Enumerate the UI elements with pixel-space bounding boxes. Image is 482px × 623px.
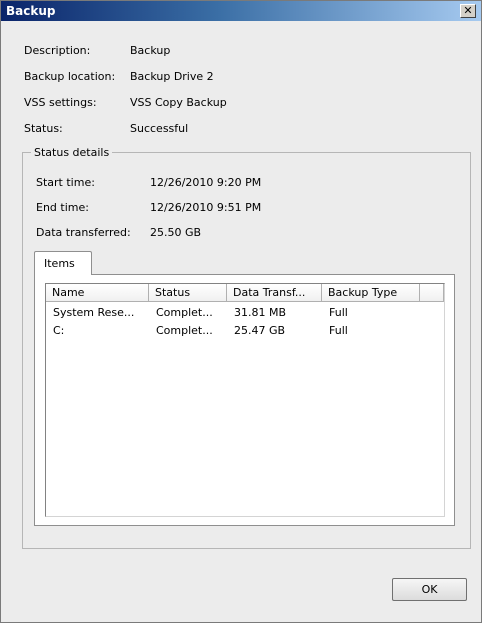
ok-button[interactable]: OK xyxy=(392,578,467,601)
end-time-value: 12/26/2010 9:51 PM xyxy=(150,201,262,214)
cell-data-transferred: 25.47 GB xyxy=(234,324,286,337)
title-bar: Backup ✕ xyxy=(1,1,481,21)
cell-backup-type: Full xyxy=(329,306,348,319)
cell-backup-type: Full xyxy=(329,324,348,337)
backup-location-value: Backup Drive 2 xyxy=(130,70,214,83)
column-header-filler xyxy=(420,284,444,302)
start-time-label: Start time: xyxy=(36,176,95,189)
data-transferred-label: Data transferred: xyxy=(36,226,131,239)
description-value: Backup xyxy=(130,44,171,57)
column-header-name[interactable]: Name xyxy=(46,284,149,302)
cell-data-transferred: 31.81 MB xyxy=(234,306,287,319)
tab-items-label: Items xyxy=(44,257,75,270)
cell-name: System Rese... xyxy=(53,306,135,319)
vss-settings-label: VSS settings: xyxy=(24,96,97,109)
status-value: Successful xyxy=(130,122,189,135)
cell-name: C: xyxy=(53,324,65,337)
end-time-label: End time: xyxy=(36,201,89,214)
start-time-value: 12/26/2010 9:20 PM xyxy=(150,176,262,189)
close-button[interactable]: ✕ xyxy=(460,4,476,18)
status-label: Status: xyxy=(24,122,63,135)
window-title: Backup xyxy=(6,4,56,18)
column-header-backup-type[interactable]: Backup Type xyxy=(322,284,420,302)
items-list[interactable]: Name Status Data Transf... Backup Type S… xyxy=(45,283,445,517)
tab-items[interactable]: Items xyxy=(34,251,92,275)
column-header-status[interactable]: Status xyxy=(149,284,227,302)
status-details-legend: Status details xyxy=(31,146,113,159)
vss-settings-value: VSS Copy Backup xyxy=(130,96,227,109)
backup-location-label: Backup location: xyxy=(24,70,116,83)
description-label: Description: xyxy=(24,44,91,57)
cell-status: Complet... xyxy=(156,324,213,337)
cell-status: Complet... xyxy=(156,306,213,319)
data-transferred-value: 25.50 GB xyxy=(150,226,202,239)
close-icon: ✕ xyxy=(463,4,473,17)
column-header-data-transferred[interactable]: Data Transf... xyxy=(227,284,322,302)
